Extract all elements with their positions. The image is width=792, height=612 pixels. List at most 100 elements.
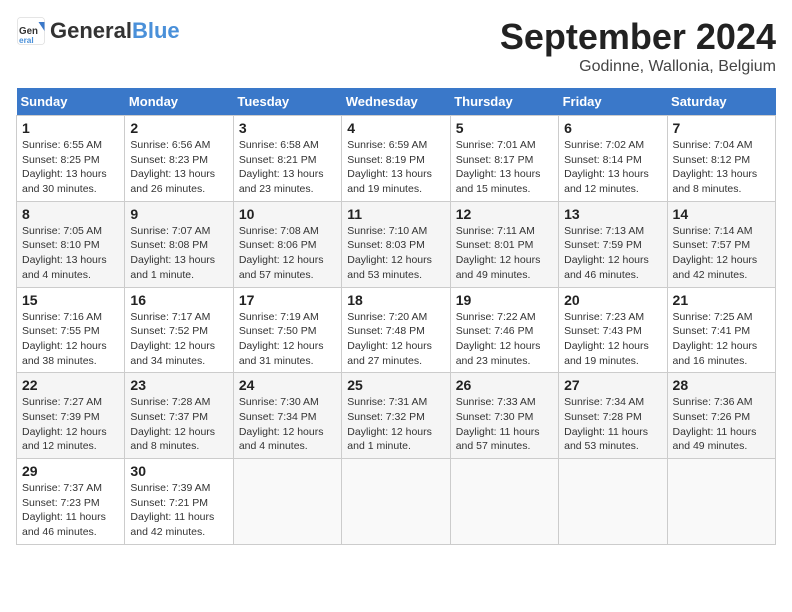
day-info: Sunrise: 7:30 AMSunset: 7:34 PMDaylight:… (239, 396, 324, 452)
col-wednesday: Wednesday (342, 88, 450, 116)
table-row: 6 Sunrise: 7:02 AMSunset: 8:14 PMDayligh… (559, 116, 667, 202)
calendar-week-row: 29 Sunrise: 7:37 AMSunset: 7:23 PMDaylig… (17, 459, 776, 545)
day-number: 1 (22, 120, 119, 136)
day-info: Sunrise: 7:08 AMSunset: 8:06 PMDaylight:… (239, 225, 324, 281)
day-number: 22 (22, 377, 119, 393)
table-row: 3 Sunrise: 6:58 AMSunset: 8:21 PMDayligh… (233, 116, 341, 202)
day-info: Sunrise: 7:23 AMSunset: 7:43 PMDaylight:… (564, 311, 649, 367)
table-row (233, 459, 341, 545)
day-number: 18 (347, 292, 444, 308)
col-friday: Friday (559, 88, 667, 116)
day-number: 12 (456, 206, 553, 222)
day-number: 2 (130, 120, 227, 136)
calendar-week-row: 15 Sunrise: 7:16 AMSunset: 7:55 PMDaylig… (17, 287, 776, 373)
table-row: 24 Sunrise: 7:30 AMSunset: 7:34 PMDaylig… (233, 373, 341, 459)
day-info: Sunrise: 7:16 AMSunset: 7:55 PMDaylight:… (22, 311, 107, 367)
day-number: 29 (22, 463, 119, 479)
logo-icon: Gen eral (16, 16, 46, 46)
table-row: 16 Sunrise: 7:17 AMSunset: 7:52 PMDaylig… (125, 287, 233, 373)
day-info: Sunrise: 7:19 AMSunset: 7:50 PMDaylight:… (239, 311, 324, 367)
day-number: 4 (347, 120, 444, 136)
day-number: 28 (673, 377, 770, 393)
table-row: 17 Sunrise: 7:19 AMSunset: 7:50 PMDaylig… (233, 287, 341, 373)
col-monday: Monday (125, 88, 233, 116)
day-number: 15 (22, 292, 119, 308)
table-row (559, 459, 667, 545)
calendar-week-row: 8 Sunrise: 7:05 AMSunset: 8:10 PMDayligh… (17, 201, 776, 287)
day-info: Sunrise: 7:36 AMSunset: 7:26 PMDaylight:… (673, 396, 757, 452)
day-info: Sunrise: 7:22 AMSunset: 7:46 PMDaylight:… (456, 311, 541, 367)
day-number: 9 (130, 206, 227, 222)
day-info: Sunrise: 7:28 AMSunset: 7:37 PMDaylight:… (130, 396, 215, 452)
col-thursday: Thursday (450, 88, 558, 116)
month-title: September 2024 (500, 16, 776, 58)
day-number: 11 (347, 206, 444, 222)
day-info: Sunrise: 7:34 AMSunset: 7:28 PMDaylight:… (564, 396, 648, 452)
table-row: 10 Sunrise: 7:08 AMSunset: 8:06 PMDaylig… (233, 201, 341, 287)
table-row: 20 Sunrise: 7:23 AMSunset: 7:43 PMDaylig… (559, 287, 667, 373)
table-row: 1 Sunrise: 6:55 AMSunset: 8:25 PMDayligh… (17, 116, 125, 202)
day-info: Sunrise: 7:05 AMSunset: 8:10 PMDaylight:… (22, 225, 107, 281)
day-info: Sunrise: 7:33 AMSunset: 7:30 PMDaylight:… (456, 396, 540, 452)
table-row: 29 Sunrise: 7:37 AMSunset: 7:23 PMDaylig… (17, 459, 125, 545)
day-number: 10 (239, 206, 336, 222)
day-info: Sunrise: 7:10 AMSunset: 8:03 PMDaylight:… (347, 225, 432, 281)
day-info: Sunrise: 7:04 AMSunset: 8:12 PMDaylight:… (673, 139, 758, 195)
day-info: Sunrise: 7:31 AMSunset: 7:32 PMDaylight:… (347, 396, 432, 452)
day-info: Sunrise: 6:59 AMSunset: 8:19 PMDaylight:… (347, 139, 432, 195)
day-info: Sunrise: 7:20 AMSunset: 7:48 PMDaylight:… (347, 311, 432, 367)
day-number: 20 (564, 292, 661, 308)
day-info: Sunrise: 6:58 AMSunset: 8:21 PMDaylight:… (239, 139, 324, 195)
col-tuesday: Tuesday (233, 88, 341, 116)
day-info: Sunrise: 6:56 AMSunset: 8:23 PMDaylight:… (130, 139, 215, 195)
table-row (667, 459, 775, 545)
day-number: 26 (456, 377, 553, 393)
table-row: 18 Sunrise: 7:20 AMSunset: 7:48 PMDaylig… (342, 287, 450, 373)
col-saturday: Saturday (667, 88, 775, 116)
day-info: Sunrise: 7:39 AMSunset: 7:21 PMDaylight:… (130, 482, 214, 538)
day-info: Sunrise: 7:37 AMSunset: 7:23 PMDaylight:… (22, 482, 106, 538)
day-number: 17 (239, 292, 336, 308)
day-number: 6 (564, 120, 661, 136)
day-info: Sunrise: 7:01 AMSunset: 8:17 PMDaylight:… (456, 139, 541, 195)
day-number: 14 (673, 206, 770, 222)
table-row: 5 Sunrise: 7:01 AMSunset: 8:17 PMDayligh… (450, 116, 558, 202)
table-row: 14 Sunrise: 7:14 AMSunset: 7:57 PMDaylig… (667, 201, 775, 287)
logo-general: General (50, 18, 132, 43)
table-row: 25 Sunrise: 7:31 AMSunset: 7:32 PMDaylig… (342, 373, 450, 459)
day-info: Sunrise: 7:07 AMSunset: 8:08 PMDaylight:… (130, 225, 215, 281)
day-number: 25 (347, 377, 444, 393)
logo-wordmark: GeneralBlue (50, 18, 180, 44)
table-row (342, 459, 450, 545)
day-info: Sunrise: 7:25 AMSunset: 7:41 PMDaylight:… (673, 311, 758, 367)
calendar-header-row: Sunday Monday Tuesday Wednesday Thursday… (17, 88, 776, 116)
day-number: 16 (130, 292, 227, 308)
table-row: 4 Sunrise: 6:59 AMSunset: 8:19 PMDayligh… (342, 116, 450, 202)
table-row: 28 Sunrise: 7:36 AMSunset: 7:26 PMDaylig… (667, 373, 775, 459)
day-info: Sunrise: 7:14 AMSunset: 7:57 PMDaylight:… (673, 225, 758, 281)
day-number: 30 (130, 463, 227, 479)
location-title: Godinne, Wallonia, Belgium (500, 58, 776, 76)
day-number: 7 (673, 120, 770, 136)
day-info: Sunrise: 7:11 AMSunset: 8:01 PMDaylight:… (456, 225, 541, 281)
table-row: 15 Sunrise: 7:16 AMSunset: 7:55 PMDaylig… (17, 287, 125, 373)
table-row: 8 Sunrise: 7:05 AMSunset: 8:10 PMDayligh… (17, 201, 125, 287)
day-info: Sunrise: 7:17 AMSunset: 7:52 PMDaylight:… (130, 311, 215, 367)
day-number: 5 (456, 120, 553, 136)
table-row: 21 Sunrise: 7:25 AMSunset: 7:41 PMDaylig… (667, 287, 775, 373)
day-number: 23 (130, 377, 227, 393)
day-number: 13 (564, 206, 661, 222)
calendar-table: Sunday Monday Tuesday Wednesday Thursday… (16, 88, 776, 545)
day-number: 19 (456, 292, 553, 308)
day-number: 8 (22, 206, 119, 222)
logo: Gen eral GeneralBlue (16, 16, 180, 46)
logo-blue: Blue (132, 18, 180, 43)
table-row: 2 Sunrise: 6:56 AMSunset: 8:23 PMDayligh… (125, 116, 233, 202)
day-info: Sunrise: 7:13 AMSunset: 7:59 PMDaylight:… (564, 225, 649, 281)
calendar-week-row: 22 Sunrise: 7:27 AMSunset: 7:39 PMDaylig… (17, 373, 776, 459)
day-number: 21 (673, 292, 770, 308)
day-info: Sunrise: 7:02 AMSunset: 8:14 PMDaylight:… (564, 139, 649, 195)
table-row: 19 Sunrise: 7:22 AMSunset: 7:46 PMDaylig… (450, 287, 558, 373)
title-area: September 2024 Godinne, Wallonia, Belgiu… (500, 16, 776, 76)
table-row: 9 Sunrise: 7:07 AMSunset: 8:08 PMDayligh… (125, 201, 233, 287)
